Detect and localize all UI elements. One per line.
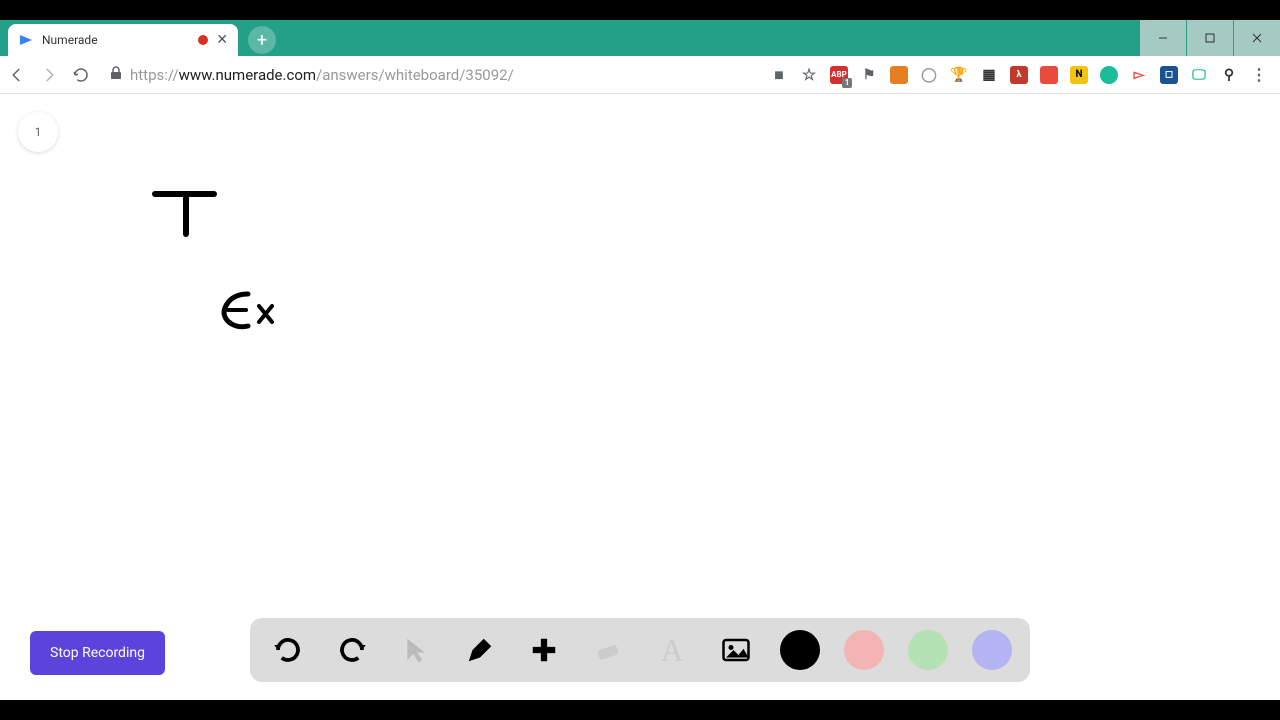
extension-icon[interactable] bbox=[1040, 66, 1058, 84]
maximize-button[interactable] bbox=[1187, 20, 1233, 56]
url-field[interactable]: https://www.numerade.com/answers/whitebo… bbox=[100, 66, 760, 84]
whiteboard-page: 1 Stop Recording bbox=[0, 94, 1280, 700]
color-purple[interactable] bbox=[972, 630, 1012, 670]
color-black[interactable] bbox=[780, 630, 820, 670]
back-button[interactable] bbox=[8, 66, 26, 84]
whiteboard-canvas[interactable] bbox=[0, 94, 1280, 700]
whiteboard-toolbar: A bbox=[250, 618, 1030, 682]
extension-icon[interactable]: N bbox=[1070, 66, 1088, 84]
undo-button[interactable] bbox=[268, 630, 308, 670]
trophy-icon[interactable]: 🏆 bbox=[950, 66, 968, 84]
menu-icon[interactable]: ⋮ bbox=[1250, 66, 1268, 84]
extension-icon[interactable]: ◻ bbox=[1160, 66, 1178, 84]
close-window-button[interactable] bbox=[1234, 20, 1280, 56]
close-tab-icon[interactable]: ✕ bbox=[216, 32, 228, 48]
recording-indicator-icon bbox=[198, 35, 208, 45]
window-controls bbox=[1140, 20, 1280, 56]
extension-icon[interactable]: ▻ bbox=[1130, 66, 1148, 84]
bookmark-star-icon[interactable]: ☆ bbox=[800, 66, 818, 84]
extension-icon[interactable] bbox=[890, 66, 908, 84]
pdf-icon[interactable]: λ bbox=[1010, 66, 1028, 84]
address-bar: https://www.numerade.com/answers/whitebo… bbox=[0, 56, 1280, 94]
new-tab-button[interactable]: + bbox=[248, 26, 276, 54]
extension-icon[interactable]: ⚑ bbox=[860, 66, 878, 84]
reload-button[interactable] bbox=[72, 66, 90, 84]
eraser-tool[interactable] bbox=[588, 630, 628, 670]
extension-icon[interactable] bbox=[1100, 66, 1118, 84]
add-tool[interactable] bbox=[524, 630, 564, 670]
color-green[interactable] bbox=[908, 630, 948, 670]
extension-icons: ■ ☆ ABP ⚑ ◯ 🏆 ▦ λ N ▻ ◻ 🖵 ⚲ ⋮ bbox=[770, 66, 1272, 84]
forward-button[interactable] bbox=[40, 66, 58, 84]
url-text: https://www.numerade.com/answers/whitebo… bbox=[130, 66, 514, 84]
text-tool[interactable]: A bbox=[652, 630, 692, 670]
monitor-icon[interactable]: 🖵 bbox=[1190, 66, 1208, 84]
image-tool[interactable] bbox=[716, 630, 756, 670]
tab-strip: Numerade ✕ + bbox=[0, 20, 1280, 56]
apps-grid-icon[interactable]: ▦ bbox=[980, 66, 998, 84]
pen-tool[interactable] bbox=[460, 630, 500, 670]
select-tool[interactable] bbox=[396, 630, 436, 670]
camera-icon[interactable]: ■ bbox=[770, 66, 788, 84]
browser-tab[interactable]: Numerade ✕ bbox=[8, 24, 238, 56]
redo-button[interactable] bbox=[332, 630, 372, 670]
tab-favicon bbox=[18, 32, 34, 48]
minimize-button[interactable] bbox=[1140, 20, 1186, 56]
profile-icon[interactable]: ⚲ bbox=[1220, 66, 1238, 84]
tab-title: Numerade bbox=[42, 33, 190, 47]
color-pink[interactable] bbox=[844, 630, 884, 670]
stop-recording-button[interactable]: Stop Recording bbox=[30, 631, 165, 675]
adblock-icon[interactable]: ABP bbox=[830, 66, 848, 84]
lock-icon bbox=[110, 66, 122, 83]
extension-icon[interactable]: ◯ bbox=[920, 66, 938, 84]
